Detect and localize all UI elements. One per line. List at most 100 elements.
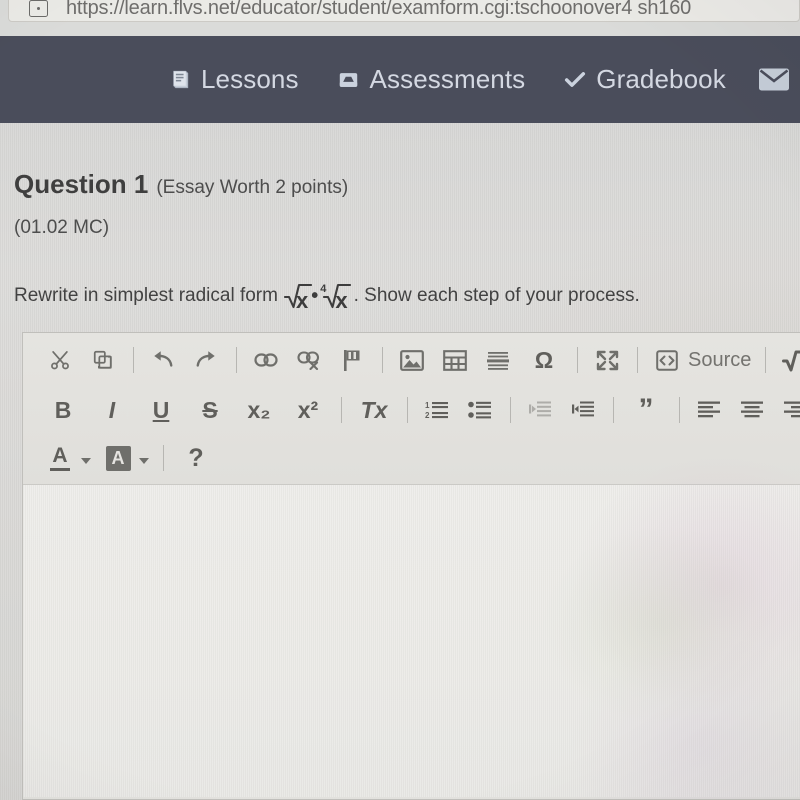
quote-icon: ” xyxy=(638,393,654,426)
screen-moire-artifact-2 xyxy=(541,525,781,725)
source-code-icon xyxy=(656,349,678,371)
text-color-letter: A xyxy=(52,444,68,467)
numbered-list-button[interactable]: 1 2 xyxy=(420,393,454,427)
remove-format-icon: Tx xyxy=(360,396,388,423)
undo-button[interactable] xyxy=(146,343,180,377)
subscript-button[interactable]: x₂ xyxy=(239,393,279,427)
equation-radical-button[interactable] xyxy=(778,343,800,377)
editor-toolbar: Ω Source B I U S x₂ x² Tx 1 2 ” A A ? xyxy=(23,333,800,484)
omega-icon: Ω xyxy=(534,346,554,373)
envelope-icon xyxy=(758,67,790,93)
inbox-tray-icon xyxy=(337,68,361,92)
text-color-swatch xyxy=(50,468,70,471)
page-title: Question 1 xyxy=(14,169,149,199)
align-center-icon xyxy=(740,400,764,420)
math-expression: x • 4 x xyxy=(283,283,352,312)
toolbar-separator xyxy=(613,397,614,423)
remove-format-button[interactable]: Tx xyxy=(354,393,394,427)
text-color-button[interactable]: A xyxy=(43,441,77,475)
numbered-list-icon: 1 2 xyxy=(425,400,449,420)
table-icon xyxy=(443,349,467,371)
increase-indent-icon xyxy=(571,400,595,420)
toolbar-separator xyxy=(163,445,164,471)
photographed-screen: https://learn.flvs.net/educator/student/… xyxy=(0,0,800,800)
toolbar-separator xyxy=(133,347,134,373)
browser-url-bar[interactable]: https://learn.flvs.net/educator/student/… xyxy=(8,0,800,22)
bold-button[interactable]: B xyxy=(43,393,83,427)
radical-icon xyxy=(782,349,800,372)
bulleted-list-button[interactable] xyxy=(463,393,497,427)
decrease-indent-icon xyxy=(528,400,552,420)
toolbar-separator xyxy=(236,347,237,373)
toolbar-row-2: B I U S x₂ x² Tx 1 2 ” xyxy=(23,385,800,435)
superscript-icon: x² xyxy=(297,396,319,423)
page-info-icon[interactable] xyxy=(29,0,48,17)
flag-icon xyxy=(342,349,362,372)
exam-page-body: Question 1 (Essay Worth 2 points) (01.02… xyxy=(0,123,800,800)
editor-content-area[interactable] xyxy=(23,455,800,799)
nav-item-lessons[interactable]: Lessons xyxy=(168,64,299,95)
italic-button[interactable]: I xyxy=(92,393,132,427)
svg-text:1: 1 xyxy=(425,401,430,410)
align-left-button[interactable] xyxy=(692,393,726,427)
strikethrough-button[interactable]: S xyxy=(190,393,230,427)
main-navigation-bar: Lessons Assessments Gradebook xyxy=(0,36,800,123)
question-prompt-after: . Show each step of your process. xyxy=(353,284,640,306)
question-mark-icon: ? xyxy=(188,443,204,472)
radical-symbol-icon xyxy=(283,283,312,309)
nav-item-lessons-label: Lessons xyxy=(201,64,299,94)
horizontal-rule-button[interactable] xyxy=(481,343,515,377)
image-button[interactable] xyxy=(395,343,429,377)
background-color-button[interactable]: A xyxy=(101,441,135,475)
fourth-root-term: 4 x xyxy=(320,283,352,312)
text-color-icon: A xyxy=(50,445,70,471)
toolbar-row-1: Ω Source xyxy=(23,335,800,385)
nav-item-gradebook[interactable]: Gradebook xyxy=(563,64,726,95)
decrease-indent-button[interactable] xyxy=(523,393,557,427)
toolbar-separator xyxy=(637,347,638,373)
question-worth: (Essay Worth 2 points) xyxy=(156,177,349,198)
source-button-label[interactable]: Source xyxy=(688,349,751,372)
chevron-down-icon-2[interactable] xyxy=(139,458,149,464)
blockquote-button[interactable]: ” xyxy=(626,393,666,427)
redo-arrow-icon xyxy=(194,349,218,371)
unlink-icon xyxy=(297,350,321,370)
screen-moire-artifact-3 xyxy=(571,635,800,799)
cut-button[interactable] xyxy=(43,343,77,377)
special-character-button[interactable]: Ω xyxy=(524,343,564,377)
square-root-term: x xyxy=(283,283,312,312)
align-center-button[interactable] xyxy=(735,393,769,427)
table-button[interactable] xyxy=(438,343,472,377)
align-right-button[interactable] xyxy=(778,393,800,427)
url-text: https://learn.flvs.net/educator/student/… xyxy=(66,0,692,19)
nav-item-mail[interactable] xyxy=(756,65,792,95)
anchor-button[interactable] xyxy=(335,343,369,377)
maximize-button[interactable] xyxy=(590,343,624,377)
help-button[interactable]: ? xyxy=(176,441,216,475)
nav-item-assessments[interactable]: Assessments xyxy=(337,64,526,95)
subscript-icon: x₂ xyxy=(247,396,271,423)
toolbar-separator xyxy=(679,397,680,423)
increase-indent-button[interactable] xyxy=(566,393,600,427)
source-button[interactable] xyxy=(650,343,684,377)
rich-text-editor: Ω Source B I U S x₂ x² Tx 1 2 ” A A ? xyxy=(22,332,800,800)
toolbar-separator xyxy=(510,397,511,423)
toolbar-separator xyxy=(765,347,767,373)
nav-items: Lessons Assessments Gradebook xyxy=(168,64,726,95)
underline-button[interactable]: U xyxy=(141,393,181,427)
maximize-icon xyxy=(596,350,619,371)
redo-button[interactable] xyxy=(189,343,223,377)
bold-icon: B xyxy=(54,396,72,423)
scissors-icon xyxy=(49,349,71,371)
link-button[interactable] xyxy=(249,343,283,377)
unlink-button[interactable] xyxy=(292,343,326,377)
align-left-icon xyxy=(697,400,721,420)
book-icon xyxy=(168,68,192,92)
superscript-button[interactable]: x² xyxy=(288,393,328,427)
nav-item-assessments-label: Assessments xyxy=(369,64,526,94)
copy-button[interactable] xyxy=(86,343,120,377)
chevron-down-icon[interactable] xyxy=(81,458,91,464)
toolbar-row-3: A A ? xyxy=(23,435,800,481)
radical-symbol-icon-2 xyxy=(323,283,352,309)
svg-text:2: 2 xyxy=(425,411,430,420)
